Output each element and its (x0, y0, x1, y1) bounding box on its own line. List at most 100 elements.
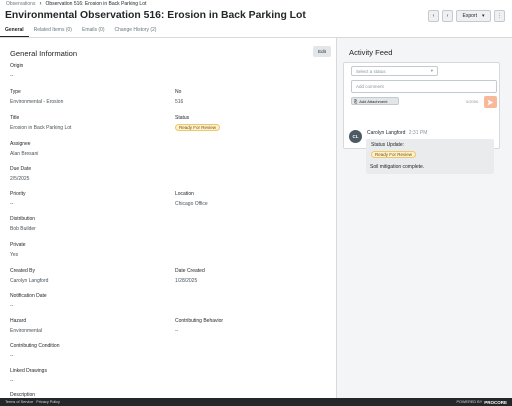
author-name: Carolyn Langford (367, 130, 406, 136)
field-location: Location Chicago Office (175, 191, 325, 207)
field-value: 516 (175, 99, 184, 105)
status-update-label: Status Update: (371, 142, 405, 148)
comment-input[interactable]: Add comment (351, 80, 497, 93)
tab-related-items[interactable]: Related Items (0) (29, 27, 77, 37)
edit-button[interactable]: Edit (313, 46, 331, 57)
field-assignee: Assignee Alan Bresani (10, 141, 160, 157)
timestamp: 2:31 PM (408, 130, 428, 136)
field-label: Origin (10, 63, 24, 69)
field-label: Distribution (10, 216, 36, 222)
field-private: Private Yes (10, 242, 160, 258)
field-label: Type (10, 89, 21, 95)
field-value: -- (10, 73, 14, 79)
activity-entry-author: Carolyn Langford 2:31 PM (367, 130, 427, 136)
field-hazard: Hazard Environmental (10, 318, 160, 334)
field-title: Title Erosion in Back Parking Lot (10, 115, 160, 131)
export-button[interactable]: Export ▾ (456, 10, 491, 22)
field-label: Title (10, 115, 20, 121)
field-label: Location (175, 191, 194, 197)
field-contributing-condition: Contributing Condition -- (10, 343, 160, 359)
field-value: -- (10, 378, 14, 384)
status-select[interactable]: Select a status ▾ (351, 66, 438, 76)
field-label: Date Created (175, 268, 205, 274)
character-count: 0/2000 (466, 99, 479, 104)
field-value: 2/5/2025 (10, 176, 30, 182)
field-label: Due Date (10, 166, 32, 172)
field-label: Status (175, 115, 190, 121)
more-options-button[interactable]: ⋮ (494, 10, 505, 22)
field-type: Type Environmental - Erosion (10, 89, 160, 105)
add-attachment-button[interactable]: ⎘ Add Attachment (351, 97, 399, 105)
next-button[interactable]: › (442, 10, 453, 22)
field-label: Priority (10, 191, 26, 197)
breadcrumb-current: Observation 516: Erosion in Back Parking… (45, 1, 147, 7)
privacy-policy-link[interactable]: Privacy Policy (36, 400, 60, 404)
field-created-by: Created By Carolyn Langford (10, 268, 160, 284)
page-title: Environmental Observation 516: Erosion i… (5, 10, 306, 21)
field-label: Contributing Behavior (175, 318, 224, 324)
activity-feed-title: Activity Feed (349, 48, 393, 57)
field-due-date: Due Date 2/5/2025 (10, 166, 160, 182)
top-bar: Observations › Observation 516: Erosion … (0, 0, 512, 38)
breadcrumb-observations-link[interactable]: Observations (6, 1, 35, 7)
activity-comment-text: Soil mitigation complete. (370, 164, 425, 170)
field-value: Erosion in Back Parking Lot (10, 125, 72, 131)
export-label: Export (462, 13, 477, 19)
field-priority: Priority -- (10, 191, 160, 207)
field-value: -- (10, 303, 14, 309)
field-status: Status Ready For Review (175, 115, 325, 131)
field-label: Private (10, 242, 26, 248)
add-attachment-label: Add Attachment (359, 98, 388, 104)
send-icon (487, 99, 494, 105)
tab-bar: General Related Items (0) Emails (0) Cha… (0, 27, 161, 37)
previous-button[interactable]: ‹ (428, 10, 439, 22)
avatar: CL (349, 130, 362, 143)
field-date-created: Date Created 1/28/2025 (175, 268, 325, 284)
general-information-panel: General Information Edit Origin -- Type … (0, 38, 336, 398)
field-value: Chicago Office (175, 201, 208, 207)
field-value: -- (10, 201, 14, 207)
field-value: Bob Builder (10, 226, 36, 232)
field-label: Assignee (10, 141, 31, 147)
field-distribution: Distribution Bob Builder (10, 216, 160, 232)
powered-by-label: POWERED BY (456, 400, 483, 404)
field-label: Linked Drawings (10, 368, 47, 374)
field-contributing-behavior: Contributing Behavior -- (175, 318, 325, 334)
field-label: Created By (10, 268, 36, 274)
brand-logo: PROCORE (484, 399, 507, 405)
tab-general[interactable]: General (0, 27, 29, 37)
field-label: Notification Date (10, 293, 47, 299)
paperclip-icon: ⎘ (354, 98, 358, 104)
field-label: Hazard (10, 318, 27, 324)
tab-emails[interactable]: Emails (0) (77, 27, 110, 37)
chevron-left-icon: ‹ (432, 13, 435, 19)
chevron-right-icon: › (446, 13, 449, 19)
powered-by: POWERED BY PROCORE (456, 400, 507, 405)
status-badge: Ready For Review (371, 151, 417, 158)
field-origin: Origin -- (10, 63, 160, 79)
footer: Terms of Service Privacy Policy POWERED … (0, 398, 512, 406)
status-badge: Ready For Review (175, 124, 221, 131)
footer-links: Terms of Service Privacy Policy (5, 400, 60, 404)
breadcrumb: Observations › Observation 516: Erosion … (6, 1, 146, 7)
field-value: Alan Bresani (10, 151, 39, 157)
field-label: Contributing Condition (10, 343, 60, 349)
caret-down-icon: ▾ (481, 13, 485, 19)
send-button[interactable] (484, 96, 497, 108)
field-value: -- (10, 353, 14, 359)
field-value: Carolyn Langford (10, 278, 49, 284)
field-notification-date: Notification Date -- (10, 293, 160, 309)
field-value: Yes (10, 252, 19, 258)
tab-change-history[interactable]: Change History (2) (110, 27, 162, 37)
kebab-menu-icon: ⋮ (497, 13, 502, 19)
field-value: Environmental (10, 328, 42, 334)
field-value: 1/28/2025 (175, 278, 198, 284)
field-no: No 516 (175, 89, 325, 105)
status-update-badge-wrapper: Ready For Review (371, 151, 417, 158)
chevron-right-icon: › (39, 1, 42, 7)
field-label: No (175, 89, 182, 95)
field-linked-drawings: Linked Drawings -- (10, 368, 160, 384)
terms-of-service-link[interactable]: Terms of Service (5, 400, 33, 404)
section-title: General Information (10, 49, 78, 58)
caret-down-icon: ▾ (430, 68, 433, 73)
